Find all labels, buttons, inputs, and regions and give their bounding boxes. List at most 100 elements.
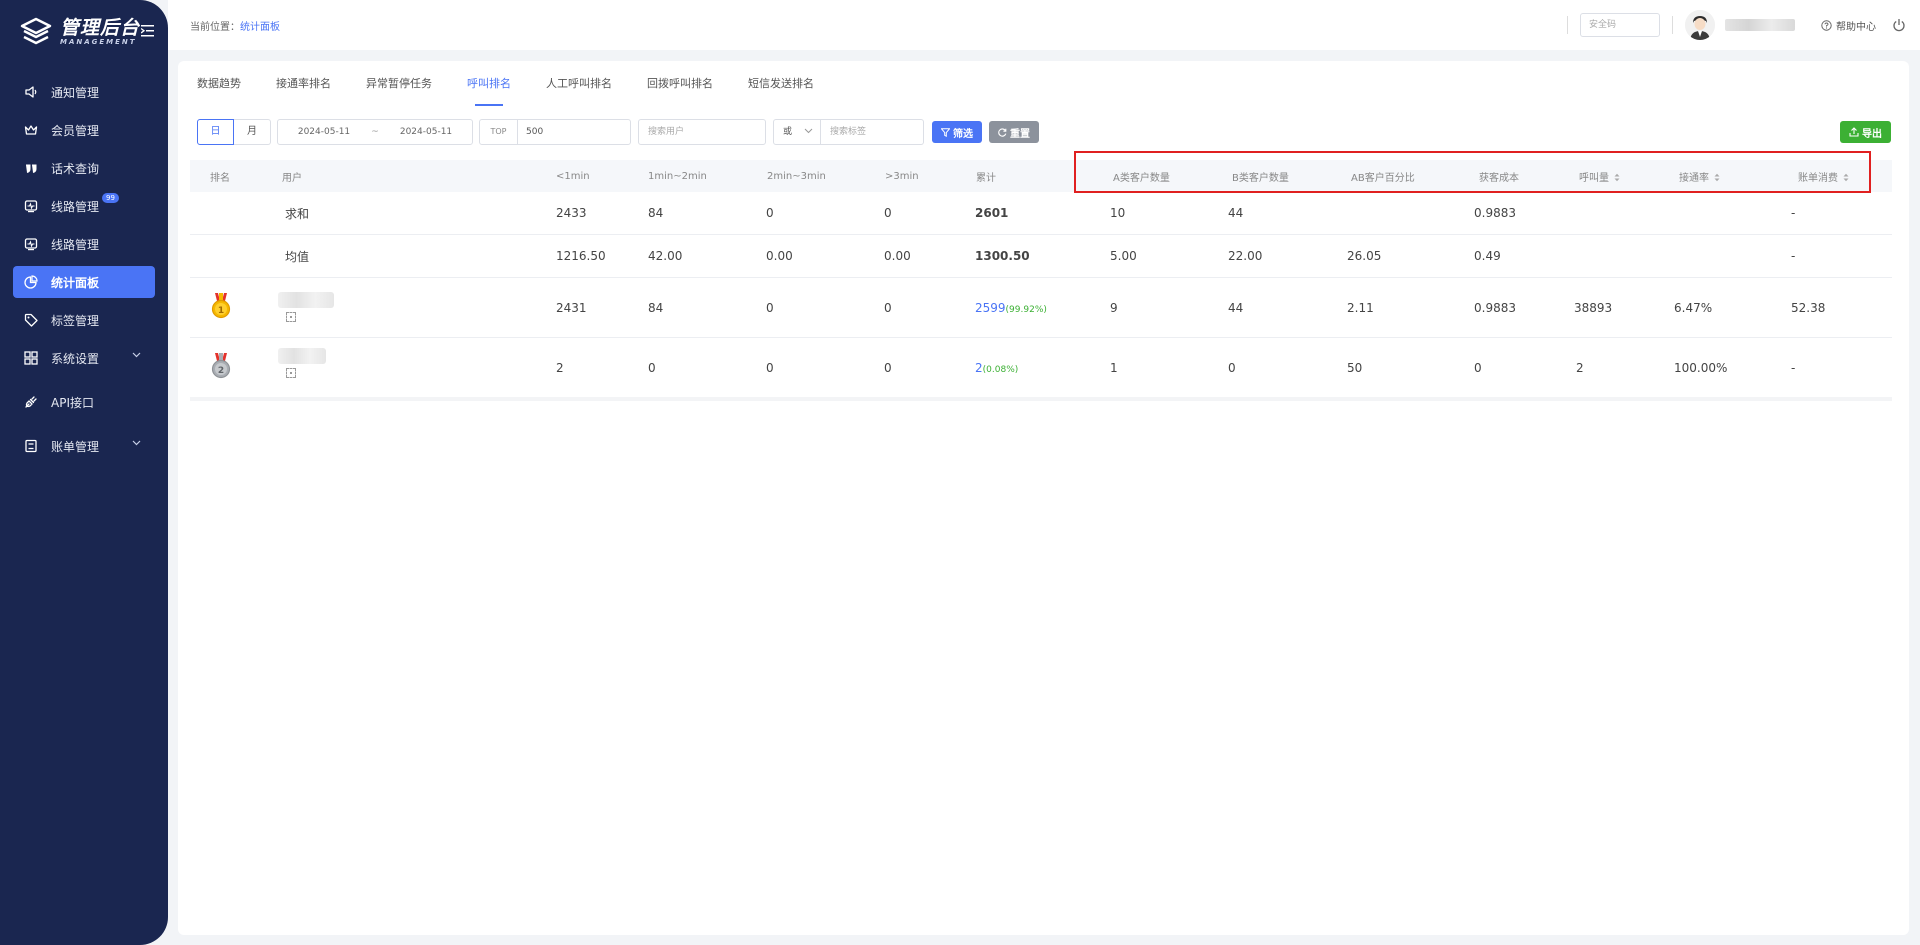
sidebar-item-label: 统计面板 bbox=[51, 275, 100, 290]
sidebar-item-bills[interactable]: 账单管理 bbox=[13, 430, 155, 462]
logo-subtitle: MANAGEMENT bbox=[60, 38, 137, 46]
sidebar-item-line-2[interactable]: 线路管理 bbox=[13, 228, 155, 260]
row-gt3min: 0 bbox=[884, 300, 892, 315]
row-gt3min: 0 bbox=[884, 360, 892, 375]
sum-cost: 0.9883 bbox=[1474, 206, 1516, 220]
avg-bill: - bbox=[1791, 249, 1796, 263]
logic-select-value: 或 bbox=[783, 127, 793, 137]
sidebar-item-api[interactable]: API接口 bbox=[13, 386, 155, 418]
rank-table: 排名 用户 <1min 1min~2min 2min~3min >3min 累计… bbox=[190, 160, 1892, 398]
breadcrumb-prefix: 当前位置： bbox=[190, 21, 240, 33]
date-range-picker[interactable]: 2024-05-11 ~ 2024-05-11 bbox=[277, 119, 473, 145]
sidebar-item-tags[interactable]: 标签管理 bbox=[13, 304, 155, 336]
row-lt1min: 2 bbox=[556, 360, 564, 375]
sidebar-item-member[interactable]: 会员管理 bbox=[13, 114, 155, 146]
date-end: 2024-05-11 bbox=[399, 127, 453, 137]
row-total-percent: (0.08%) bbox=[982, 364, 1019, 375]
top-header: 当前位置：统计面板 安全码 帮助中心 bbox=[168, 0, 1920, 50]
row-total-value: 2 bbox=[975, 360, 983, 375]
sum-label: 求和 bbox=[285, 206, 310, 221]
sum-total: 2601 bbox=[975, 206, 1009, 220]
row-a: 1 bbox=[1110, 360, 1118, 375]
row-a: 9 bbox=[1110, 300, 1118, 315]
tab-bar: 数据趋势 接通率排名 异常暂停任务 呼叫排名 人工呼叫排名 回拨呼叫排名 短信发… bbox=[197, 76, 849, 106]
image-placeholder-icon bbox=[286, 368, 296, 378]
safe-code-input[interactable]: 安全码 bbox=[1580, 13, 1660, 37]
row-bill: - bbox=[1791, 360, 1796, 375]
tab-callback-rank[interactable]: 回拨呼叫排名 bbox=[647, 76, 713, 106]
search-tag-input[interactable]: 搜索标签 bbox=[821, 119, 924, 145]
sidebar-item-line-1[interactable]: 线路管理 99 bbox=[13, 190, 155, 222]
quote-icon bbox=[23, 160, 39, 176]
breadcrumb: 当前位置：统计面板 bbox=[190, 18, 280, 33]
filter-bar: 日 月 2024-05-11 ~ 2024-05-11 TOP 500 搜索用户… bbox=[197, 119, 1039, 145]
layers-logo-icon bbox=[20, 17, 52, 45]
table-row[interactable]: 1 2431 84 0 0 2599(99.92%) 9 44 2.11 0.9… bbox=[190, 278, 1892, 338]
grid-icon bbox=[23, 350, 39, 366]
avg-total: 1300.50 bbox=[975, 249, 1030, 263]
refresh-icon bbox=[998, 127, 1007, 137]
divider bbox=[1567, 16, 1568, 34]
sidebar-item-stats[interactable]: 统计面板 bbox=[13, 266, 155, 298]
avg-label: 均值 bbox=[285, 249, 310, 264]
user-cell bbox=[278, 348, 326, 378]
export-button[interactable]: 导出 bbox=[1840, 121, 1891, 143]
logo-title: 管理后台 bbox=[60, 17, 141, 39]
sidebar-item-label: API接口 bbox=[51, 395, 94, 410]
logic-select[interactable]: 或 bbox=[773, 119, 821, 145]
tab-manual-call-rank[interactable]: 人工呼叫排名 bbox=[546, 76, 612, 106]
row-total[interactable]: 2(0.08%) bbox=[975, 361, 1018, 375]
day-toggle[interactable]: 日 bbox=[197, 119, 234, 145]
search-user-input[interactable]: 搜索用户 bbox=[638, 119, 766, 145]
avatar[interactable] bbox=[1685, 10, 1715, 40]
top-n-input[interactable]: TOP 500 bbox=[479, 119, 631, 145]
tab-abnormal-paused[interactable]: 异常暂停任务 bbox=[366, 76, 432, 106]
help-center-link[interactable]: 帮助中心 bbox=[1821, 18, 1876, 33]
col-gt3min: >3min bbox=[885, 170, 919, 182]
tab-call-rank[interactable]: 呼叫排名 bbox=[467, 76, 511, 106]
user-cell bbox=[278, 292, 334, 322]
sidebar-item-script[interactable]: 话术查询 bbox=[13, 152, 155, 184]
avg-cost: 0.49 bbox=[1474, 249, 1501, 263]
row-calls: 38893 bbox=[1574, 300, 1613, 315]
row-calls: 2 bbox=[1576, 360, 1584, 375]
col-2-3min: 2min~3min bbox=[767, 170, 826, 182]
highlight-annotation-box bbox=[1074, 151, 1871, 193]
sidebar-item-notice[interactable]: 通知管理 bbox=[13, 76, 155, 108]
sidebar-item-label: 标签管理 bbox=[51, 313, 100, 328]
rank-number: 1 bbox=[218, 306, 224, 316]
breadcrumb-current[interactable]: 统计面板 bbox=[240, 22, 280, 33]
avg-gt3min: 0.00 bbox=[884, 249, 911, 263]
chevron-down-icon bbox=[132, 440, 141, 446]
sidebar-item-label: 账单管理 bbox=[51, 439, 100, 454]
sum-gt3min: 0 bbox=[884, 206, 892, 220]
reset-button[interactable]: 重置 bbox=[989, 121, 1039, 143]
row-b: 0 bbox=[1228, 360, 1236, 375]
row-total[interactable]: 2599(99.92%) bbox=[975, 301, 1047, 315]
tab-data-trend[interactable]: 数据趋势 bbox=[197, 76, 241, 106]
avg-2-3min: 0.00 bbox=[766, 249, 793, 263]
filter-button[interactable]: 筛选 bbox=[932, 121, 982, 143]
sidebar-item-label: 系统设置 bbox=[51, 351, 100, 366]
row-total-percent: (99.92%) bbox=[1005, 304, 1047, 315]
power-icon[interactable] bbox=[1892, 18, 1906, 32]
export-button-label: 导出 bbox=[1862, 128, 1882, 140]
menu-collapse-icon[interactable] bbox=[141, 25, 154, 37]
row-b: 44 bbox=[1228, 300, 1244, 315]
tab-connect-rate-rank[interactable]: 接通率排名 bbox=[276, 76, 331, 106]
avg-lt1min: 1216.50 bbox=[556, 249, 606, 263]
sum-bill: - bbox=[1791, 206, 1796, 220]
line-icon bbox=[23, 236, 39, 252]
username[interactable] bbox=[1725, 19, 1795, 31]
table-row[interactable]: 2 2 0 0 0 2(0.08%) 1 0 50 0 2 100.00% - bbox=[190, 338, 1892, 398]
tab-sms-rank[interactable]: 短信发送排名 bbox=[748, 76, 814, 106]
month-toggle[interactable]: 月 bbox=[234, 119, 271, 145]
rank-number: 2 bbox=[218, 366, 224, 376]
row-ab: 50 bbox=[1347, 360, 1363, 375]
col-total: 累计 bbox=[976, 172, 996, 184]
sidebar-item-settings[interactable]: 系统设置 bbox=[13, 342, 155, 374]
sidebar-item-label: 会员管理 bbox=[51, 123, 100, 138]
col-user: 用户 bbox=[282, 172, 302, 184]
silver-medal-icon: 2 bbox=[211, 353, 231, 382]
crown-icon bbox=[23, 122, 39, 138]
